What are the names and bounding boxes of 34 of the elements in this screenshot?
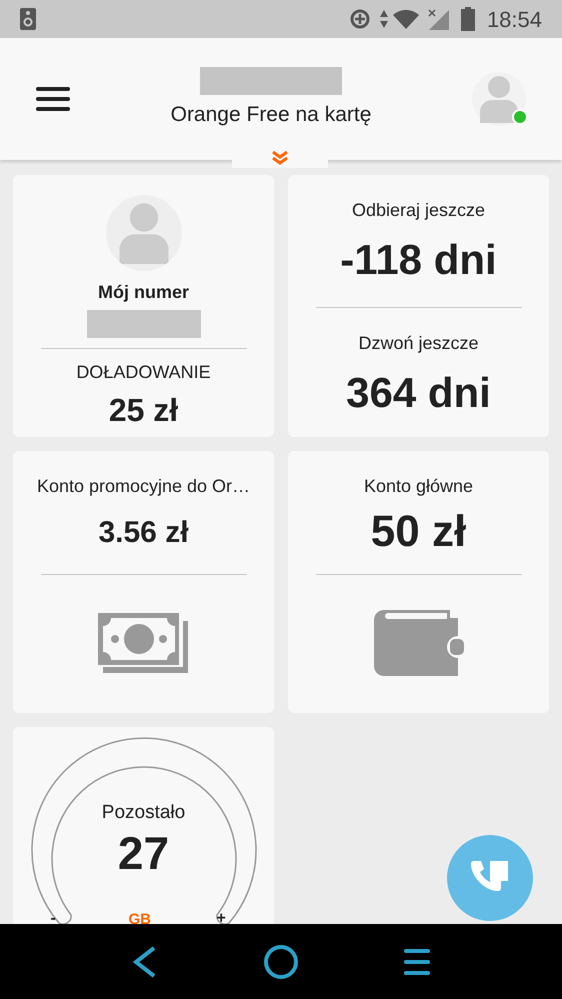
account-balance: 50 zł: [370, 506, 466, 558]
signal-icon: [426, 8, 449, 30]
plus-sign: +: [216, 909, 226, 924]
remaining-label: Pozostało: [102, 801, 186, 825]
data-arrows-icon: [378, 8, 389, 30]
plan-title: Orange Free na kartę: [170, 102, 372, 128]
validity-days: -118 dni: [340, 228, 497, 291]
validity-label: Dzwoń jeszcze: [358, 332, 479, 355]
data-saver-icon: [348, 8, 371, 30]
recents-button[interactable]: [404, 946, 430, 976]
my-number-label: Mój numer: [98, 281, 189, 304]
data-unit: GB: [128, 910, 151, 924]
account-label: Konto główne: [364, 475, 474, 498]
person-icon: [118, 202, 168, 264]
menu-button[interactable]: [36, 84, 70, 114]
status-time: 18:54: [486, 6, 542, 34]
battery-icon: [460, 7, 475, 31]
menu-icon: [404, 946, 430, 976]
home-button[interactable]: [262, 944, 299, 980]
home-icon: [262, 944, 299, 980]
validity-days: 364 dni: [346, 361, 491, 424]
validity-label: Odbieraj jeszcze: [352, 199, 486, 222]
speaker-icon: [20, 8, 36, 30]
topup-value: 25 zł: [108, 391, 178, 430]
wifi-icon: [392, 9, 419, 29]
wallet-icon: [374, 610, 464, 678]
topup-label: DOŁADOWANIE: [76, 361, 211, 384]
banknotes-icon: [98, 613, 190, 675]
account-label: Konto promocyjne do Or…: [36, 475, 250, 498]
person-icon: [480, 75, 518, 123]
account-balance: 3.56 zł: [98, 514, 189, 550]
remaining-value: 27: [118, 828, 170, 878]
chevron-down-icon: [271, 151, 289, 165]
minus-sign: -: [50, 909, 56, 924]
